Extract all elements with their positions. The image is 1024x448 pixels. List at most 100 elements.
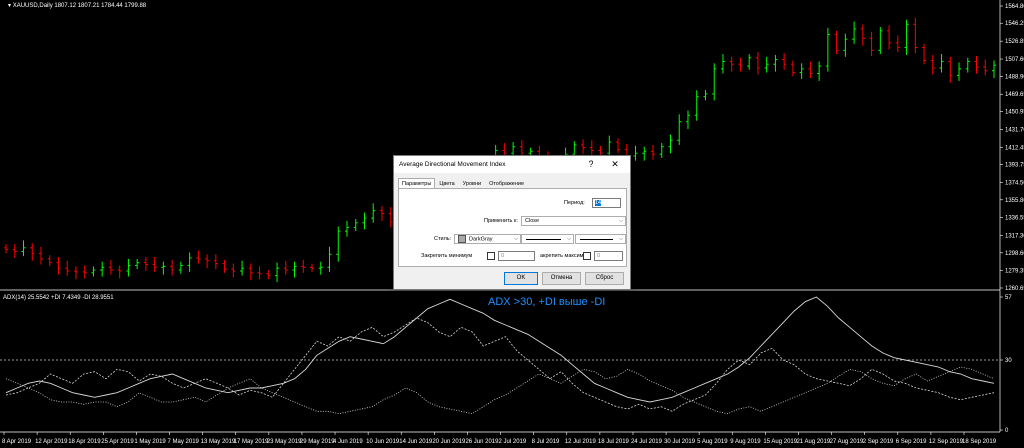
candle: [642, 146, 647, 161]
date-tick-label: 26 Jun 2019: [465, 439, 499, 445]
candle: [222, 259, 227, 273]
date-tick-label: 5 Aug 2019: [697, 439, 728, 445]
candle: [178, 261, 183, 274]
candle: [834, 30, 839, 55]
indicator-tick-label: 57: [1005, 295, 1012, 301]
candle: [275, 262, 280, 283]
chevron-down-icon: ⌵: [514, 236, 518, 242]
fix-max-checkbox[interactable]: [583, 252, 591, 260]
candle: [799, 63, 804, 80]
reset-button[interactable]: Сброс: [585, 272, 624, 285]
candle: [922, 43, 927, 65]
candle: [869, 31, 874, 56]
candle: [992, 60, 996, 79]
candle: [240, 260, 245, 276]
price-tick-label: 1469.65: [1005, 92, 1024, 98]
candle: [904, 19, 909, 55]
indicator-tick-label: 30: [1005, 358, 1012, 364]
candle: [152, 257, 157, 272]
candle: [371, 203, 376, 223]
candle: [38, 246, 43, 265]
candle: [73, 266, 78, 280]
close-icon[interactable]: ✕: [608, 158, 622, 170]
chevron-down-icon: ⌵: [567, 236, 571, 242]
price-tick-label: 1546.25: [1005, 21, 1024, 27]
candle: [379, 206, 384, 221]
date-tick-label: 20 Jun 2019: [432, 439, 466, 445]
candle: [12, 244, 17, 259]
date-tick-label: 8 Jul 2019: [532, 439, 560, 445]
apply-to-select[interactable]: Close ⌵: [521, 216, 626, 226]
candle: [965, 57, 970, 73]
candle: [161, 261, 166, 275]
candle: [930, 54, 935, 75]
candle: [651, 144, 656, 160]
apply-to-label: Применить к:: [484, 218, 518, 224]
ok-button[interactable]: OK: [504, 272, 538, 285]
candle: [56, 257, 61, 275]
adx-indicator-pane: 57 30 0: [0, 295, 1012, 434]
period-input[interactable]: 14: [592, 198, 621, 208]
period-label: Период:: [564, 200, 585, 206]
candle: [336, 226, 341, 262]
candle: [589, 140, 594, 156]
candle: [887, 25, 892, 50]
date-tick-label: 13 May 2019: [201, 439, 236, 445]
price-tick-label: 1488.90: [1005, 74, 1024, 80]
candle: [91, 266, 96, 277]
candle: [581, 139, 586, 155]
date-tick-label: 9 Aug 2019: [730, 439, 761, 445]
candle: [126, 258, 131, 277]
date-tick-label: 15 Aug 2019: [763, 439, 797, 445]
date-tick-label: 17 May 2019: [234, 439, 269, 445]
candle: [47, 255, 52, 267]
candle: [344, 220, 349, 237]
candle: [65, 260, 70, 276]
help-button[interactable]: ?: [584, 158, 598, 170]
candle: [292, 261, 297, 278]
chart-annotation: ADX >30, +DI выше -DI: [488, 296, 606, 308]
candle: [318, 261, 323, 275]
candle: [170, 259, 175, 276]
cancel-button[interactable]: Отмена: [542, 272, 581, 285]
fix-max-input[interactable]: 0: [594, 251, 623, 261]
candle: [860, 24, 865, 46]
chart-header: ▾ XAUUSD,Daily 1807.12 1807.21 1784.44 1…: [8, 2, 146, 9]
candle: [729, 56, 734, 72]
dialog-titlebar[interactable]: Average Directional Movement Index ? ✕: [394, 156, 630, 173]
minus-di-line: [5, 366, 995, 415]
price-tick-label: 1298.60: [1005, 251, 1024, 257]
candle: [108, 259, 113, 275]
indicator-tick-label: 0: [1005, 428, 1009, 434]
candle: [362, 212, 367, 230]
fix-min-checkbox[interactable]: [487, 252, 495, 260]
line-style-preview: [526, 239, 561, 240]
date-tick-label: 12 Apr 2019: [35, 439, 68, 445]
candle: [677, 114, 682, 145]
candle: [957, 62, 962, 81]
date-tick-label: 12 Sep 2019: [929, 439, 964, 445]
style-label: Стиль:: [434, 236, 452, 242]
candle: [948, 56, 953, 83]
price-tick-label: 1564.80: [1005, 4, 1024, 10]
candle: [825, 28, 830, 72]
price-tick-label: 1450.95: [1005, 110, 1024, 116]
candle: [21, 240, 26, 257]
line-width-select[interactable]: ⌵: [575, 234, 626, 244]
dialog-tabs: Параметры Цвета Уровни Отображение: [398, 178, 528, 189]
candle: [790, 60, 795, 77]
candle: [939, 54, 944, 73]
fix-min-input[interactable]: 0: [498, 251, 535, 261]
chart-header-text: XAUUSD,Daily 1807.12 1807.21 1784.44 179…: [12, 3, 147, 9]
line-style-select[interactable]: ⌵: [521, 234, 574, 244]
date-tick-label: 18 Apr 2019: [68, 439, 101, 445]
date-tick-label: 8 Apr 2019: [2, 439, 32, 445]
date-tick-label: 14 Jun 2019: [399, 439, 433, 445]
date-tick-label: 21 Aug 2019: [796, 439, 830, 445]
candle: [694, 90, 699, 121]
adx-properties-dialog[interactable]: Average Directional Movement Index ? ✕ П…: [393, 155, 631, 290]
symbol-arrow-icon: ▾: [8, 3, 12, 9]
candle: [782, 53, 787, 70]
color-select[interactable]: DarkGray ⌵: [454, 234, 521, 244]
candle: [685, 110, 690, 130]
